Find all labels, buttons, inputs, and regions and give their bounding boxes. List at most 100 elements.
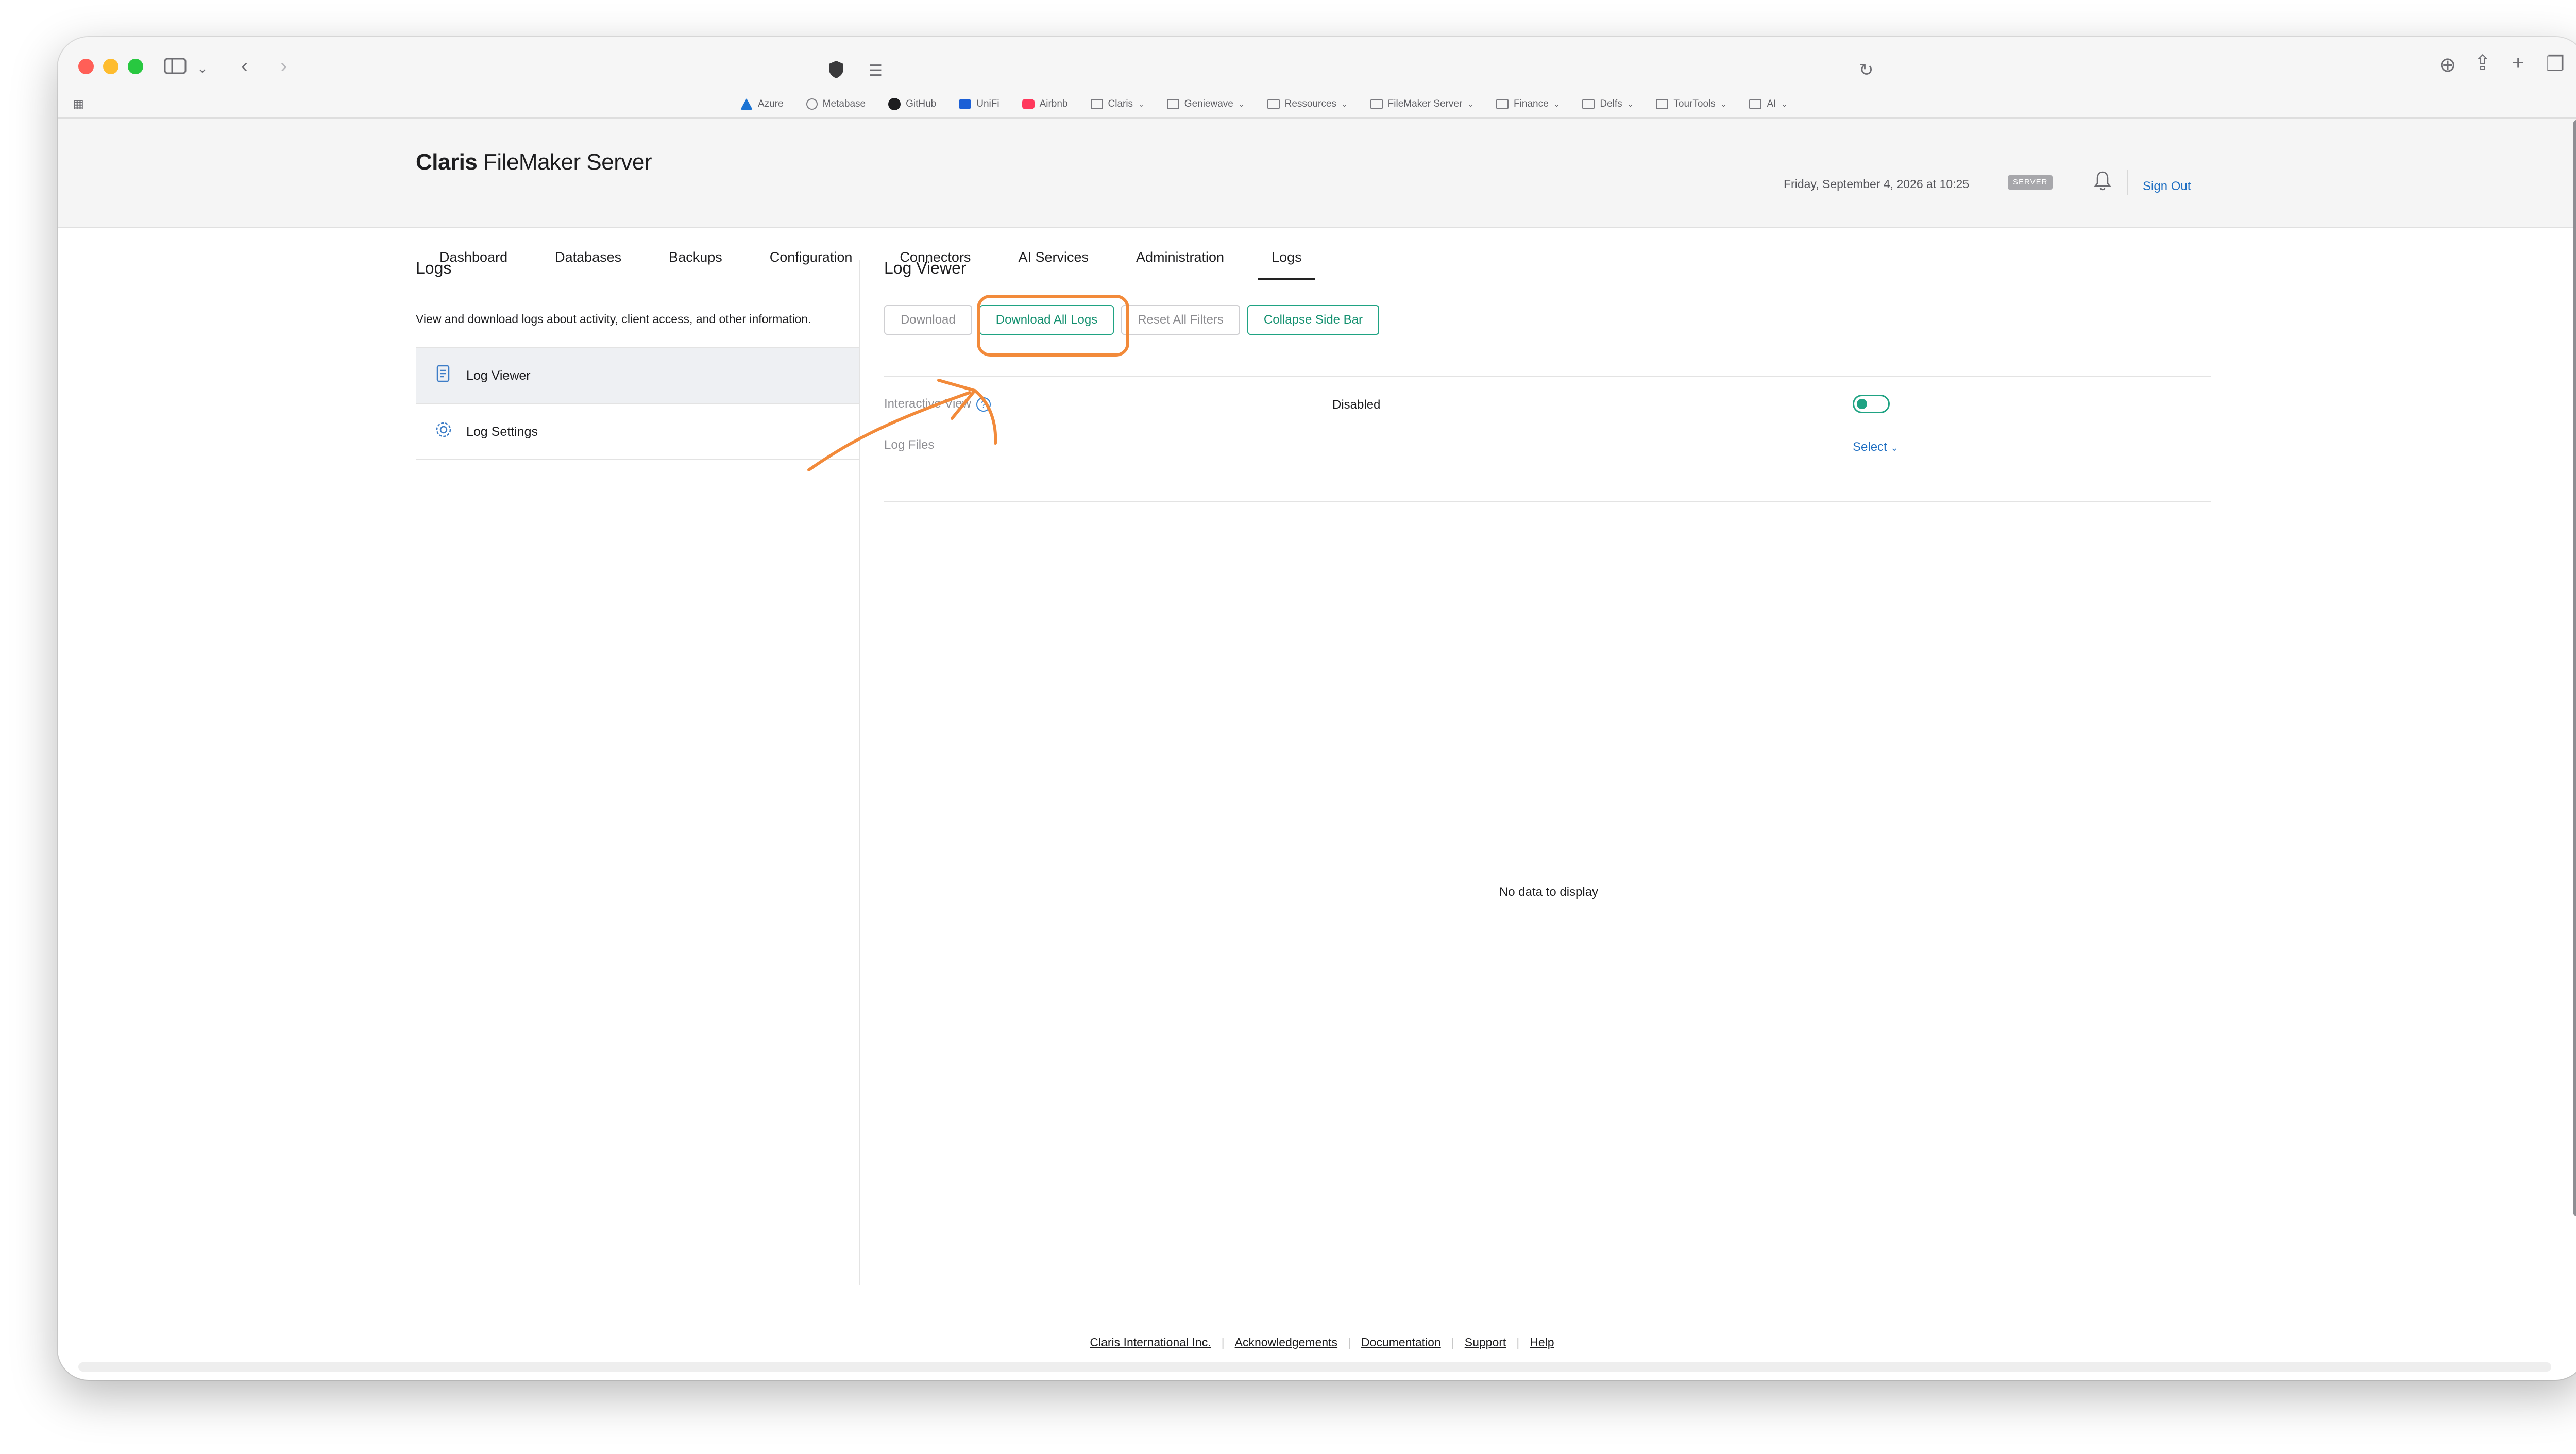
bookmark-item[interactable]: Metabase xyxy=(806,98,866,110)
azure-icon xyxy=(740,98,753,110)
bookmark-item[interactable]: Claris ⌄ xyxy=(1090,98,1144,110)
chevron-down-icon: ⌄ xyxy=(1720,99,1727,108)
shield-icon xyxy=(827,60,845,83)
bookmark-label: AI xyxy=(1767,98,1776,109)
footer-separator: | xyxy=(1516,1335,1520,1349)
reload-icon[interactable]: ↻ xyxy=(1859,60,1874,80)
bookmark-item[interactable]: GitHub xyxy=(888,98,936,110)
action-buttons: Download Download All Logs Reset All Fil… xyxy=(884,305,1380,335)
app-header: Claris FileMaker Server Friday, Septembe… xyxy=(58,119,2576,280)
help-icon[interactable]: ? xyxy=(976,397,991,412)
folder-icon xyxy=(1370,99,1383,109)
folder-icon xyxy=(1496,99,1509,109)
bookmarks-bar: Azure Metabase GitHub UniFi Airbnb Claris ⌄ Gen… xyxy=(740,92,1787,116)
bookmark-label: Airbnb xyxy=(1039,98,1068,109)
bookmark-item[interactable]: Azure xyxy=(740,98,784,110)
chevron-down-icon: ⌄ xyxy=(1138,99,1144,108)
sidebar-item-log-viewer[interactable]: Log Viewer xyxy=(416,347,860,403)
zoom-window-button[interactable] xyxy=(128,59,143,74)
download-all-logs-button[interactable]: Download All Logs xyxy=(979,305,1114,335)
document-icon xyxy=(434,365,453,387)
chevron-down-icon[interactable]: ⌄ xyxy=(197,58,208,78)
vertical-scrollbar[interactable] xyxy=(2573,120,2576,1217)
footer-link[interactable]: Support xyxy=(1465,1335,1506,1349)
gear-icon xyxy=(434,421,453,443)
footer-separator: | xyxy=(1451,1335,1454,1349)
folder-icon xyxy=(1749,99,1762,109)
close-window-button[interactable] xyxy=(78,59,94,74)
bookmark-item[interactable]: Delfs ⌄ xyxy=(1582,98,1633,110)
sidebar-item-label: Log Settings xyxy=(466,424,538,439)
bookmark-label: Claris xyxy=(1108,98,1133,109)
bookmark-item[interactable]: Finance ⌄ xyxy=(1496,98,1560,110)
bookmark-label: FileMaker Server xyxy=(1387,98,1463,109)
folder-icon xyxy=(1166,99,1179,109)
interactive-view-toggle[interactable] xyxy=(1853,395,1890,413)
log-files-select[interactable]: Select ⌄ xyxy=(1853,440,1898,454)
sidebar-description: View and download logs about activity, c… xyxy=(416,312,811,326)
bookmark-item[interactable]: UniFi xyxy=(959,98,999,110)
folder-icon xyxy=(1090,99,1103,109)
chevron-down-icon: ⌄ xyxy=(1553,99,1560,108)
horizontal-scrollbar[interactable] xyxy=(78,1362,2551,1372)
empty-state-message: No data to display xyxy=(1499,885,1599,899)
tab-overview-icon[interactable]: ❐ xyxy=(2546,54,2565,74)
divider xyxy=(884,376,2211,377)
chevron-down-icon: ⌄ xyxy=(1781,99,1788,108)
bookmark-label: Geniewave xyxy=(1184,98,1233,109)
folder-icon xyxy=(1582,99,1595,109)
footer-link[interactable]: Help xyxy=(1530,1335,1554,1349)
share-icon[interactable]: ⇪ xyxy=(2474,53,2492,73)
forward-icon[interactable]: › xyxy=(280,56,287,76)
back-icon[interactable]: ‹ xyxy=(241,56,248,76)
footer-separator: | xyxy=(1348,1335,1351,1349)
grid-icon[interactable]: ▦ xyxy=(73,94,84,114)
sidebar-toggle-icon[interactable] xyxy=(164,57,187,79)
reader-icon[interactable]: ☰ xyxy=(869,61,883,81)
bookmark-label: Delfs xyxy=(1600,98,1622,109)
bookmark-item[interactable]: Airbnb xyxy=(1022,98,1068,110)
download-icon[interactable]: ⊕ xyxy=(2439,55,2456,75)
bookmark-item[interactable]: TourTools ⌄ xyxy=(1656,98,1726,110)
footer-link[interactable]: Claris International Inc. xyxy=(1090,1335,1211,1349)
browser-window: ⌄ ‹ › ☰ ↻ ⊕ ⇪ + ❐ ▦ Azure Metabase GitHub U… xyxy=(58,37,2576,1380)
browser-toolbar: ⌄ ‹ › ☰ ↻ ⊕ ⇪ + ❐ ▦ Azure Metabase GitHub U… xyxy=(58,37,2576,119)
header-divider xyxy=(2127,170,2128,195)
bookmark-item[interactable]: FileMaker Server ⌄ xyxy=(1370,98,1473,110)
download-button[interactable]: Download xyxy=(884,305,972,335)
chevron-down-icon: ⌄ xyxy=(1627,99,1634,108)
reset-all-filters-button[interactable]: Reset All Filters xyxy=(1121,305,1240,335)
bookmark-label: Metabase xyxy=(822,98,866,109)
bookmark-item[interactable]: Ressources ⌄ xyxy=(1267,98,1348,110)
chevron-down-icon: ⌄ xyxy=(1467,99,1474,108)
bookmark-label: Ressources xyxy=(1284,98,1336,109)
bookmark-item[interactable]: AI ⌄ xyxy=(1749,98,1787,110)
interactive-view-label: Interactive View? xyxy=(884,397,991,412)
panel-title: Log Viewer xyxy=(884,259,967,277)
bookmark-item[interactable]: Geniewave ⌄ xyxy=(1166,98,1245,110)
content-divider xyxy=(859,260,860,1285)
interactive-view-value: Disabled xyxy=(1332,398,1381,412)
sidebar-item-log-settings[interactable]: Log Settings xyxy=(416,403,860,460)
footer-link[interactable]: Acknowledgements xyxy=(1235,1335,1337,1349)
logs-sidebar: Logs View and download logs about activi… xyxy=(416,259,860,460)
footer-link[interactable]: Documentation xyxy=(1361,1335,1441,1349)
bookmark-label: Azure xyxy=(758,98,784,109)
toggle-knob xyxy=(1857,399,1867,409)
airbnb-icon xyxy=(1022,99,1035,109)
folder-icon xyxy=(1656,99,1669,109)
minimize-window-button[interactable] xyxy=(103,59,118,74)
github-icon xyxy=(888,98,901,110)
collapse-side-bar-button[interactable]: Collapse Side Bar xyxy=(1247,305,1380,335)
bookmark-label: TourTools xyxy=(1673,98,1716,109)
chevron-down-icon: ⌄ xyxy=(1890,443,1899,453)
server-date: Friday, September 4, 2026 at 10:25 xyxy=(1784,177,1970,191)
new-tab-icon[interactable]: + xyxy=(2512,53,2524,73)
folder-icon xyxy=(1267,99,1280,109)
bookmark-label: Finance xyxy=(1514,98,1549,109)
sign-out-link[interactable]: Sign Out xyxy=(2143,179,2191,194)
log-viewer-panel: Log Viewer Download Download All Logs Re… xyxy=(884,259,2211,899)
claris-logo: Claris FileMaker Server xyxy=(416,149,652,175)
bell-icon[interactable] xyxy=(2094,170,2111,196)
address-bar[interactable]: ☰ ↻ xyxy=(753,50,1897,89)
